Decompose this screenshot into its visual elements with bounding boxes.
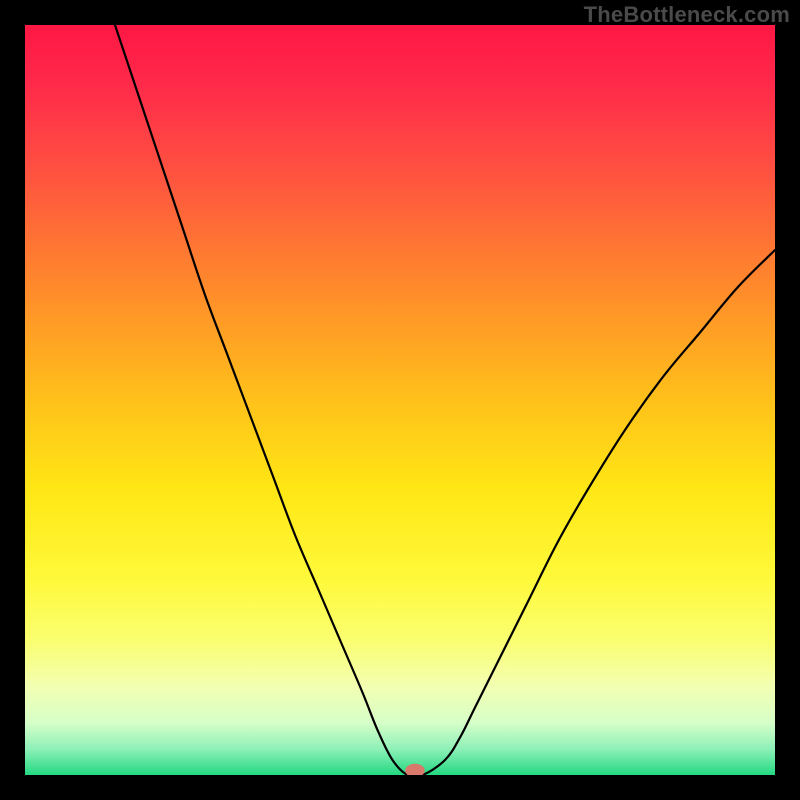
watermark-text: TheBottleneck.com [584,2,790,28]
chart-frame: TheBottleneck.com [0,0,800,800]
plot-background [25,25,775,775]
bottleneck-plot [25,25,775,775]
